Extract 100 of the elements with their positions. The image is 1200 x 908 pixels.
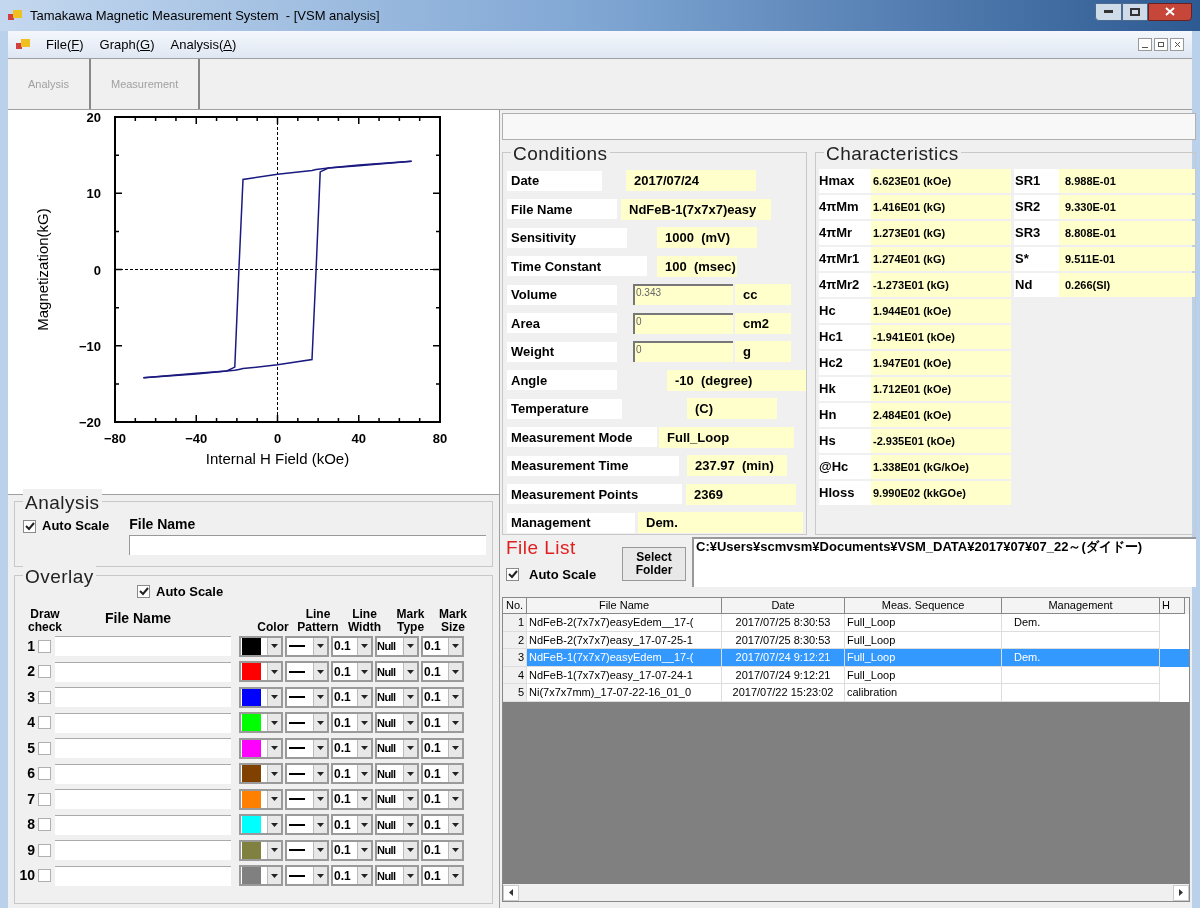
field-label: Management: [507, 512, 635, 533]
tick-label: −40: [185, 431, 208, 446]
field-label: 4πMr1: [819, 247, 871, 271]
table-cell: NdFeB-1(7x7x7)easyEdem__17-(: [527, 649, 722, 667]
row-number: 6: [26, 764, 35, 784]
field-value: 1.944E01 (kOe): [871, 299, 1011, 323]
axis-title: Magnetization(kG): [34, 208, 51, 331]
field-label: 4πMr2: [819, 273, 871, 297]
field-value: -1.273E01 (kG): [871, 273, 1011, 297]
field-label: Sensitivity: [507, 227, 627, 248]
field-value: NdFeB-1(7x7x7)easy: [621, 198, 771, 220]
field-label: Hc: [819, 299, 871, 323]
checkbox-label: Auto Scale: [529, 566, 597, 584]
field-value: 9.990E02 (kkGOe): [871, 481, 1011, 505]
field-label: Angle: [507, 370, 617, 391]
field-value: 2.484E01 (kOe): [871, 403, 1011, 427]
table-cell: Ni(7x7x7mm)_17-07-22-16_01_0: [527, 684, 722, 702]
row-number: 8: [26, 815, 35, 835]
column-header: Draw check: [27, 607, 63, 634]
field-value: 100 (msec): [657, 255, 737, 277]
field-value: 9.511E-01: [1059, 247, 1195, 271]
field-value: 8.808E-01: [1059, 221, 1195, 245]
field-label: Time Constant: [507, 256, 647, 277]
section-title: File List: [505, 537, 577, 559]
tick-label: 80: [432, 431, 448, 446]
axis-title: Internal H Field (kOe): [205, 450, 350, 467]
field-label: Area: [507, 313, 617, 334]
field-label: SR1: [1014, 169, 1059, 193]
field-value: 9.330E-01: [1059, 195, 1195, 219]
field-label: Hs: [819, 429, 871, 453]
row-number: 7: [26, 789, 35, 809]
field-label: Hn: [819, 403, 871, 427]
field-label: Hc2: [819, 351, 871, 375]
field-value: 1.416E01 (kG): [871, 195, 1011, 219]
field-label: Date: [507, 170, 602, 191]
tick-label: 10: [86, 186, 101, 202]
field-value: 0.266(SI): [1059, 273, 1195, 297]
field-value: 8.988E-01: [1059, 169, 1195, 193]
column-header: Mark Size: [438, 607, 468, 634]
field-value: -2.935E01 (kOe): [871, 429, 1011, 453]
row-header: 5: [503, 684, 527, 702]
field-label: Temperature: [507, 398, 622, 419]
tick-label: 0: [93, 262, 101, 278]
table-cell: calibration: [845, 684, 1002, 702]
row-number: 2: [26, 662, 35, 682]
row-header: 3: [503, 649, 527, 667]
field-label: SR3: [1014, 221, 1059, 245]
field-value: Dem.: [638, 512, 803, 534]
field-value: 1.274E01 (kG): [871, 247, 1011, 271]
table-cell: NdFeB-2(7x7x7)easyEdem__17-(: [527, 614, 722, 632]
column-header: Mark Type: [395, 607, 426, 634]
field-value: 237.97 (min): [687, 455, 787, 477]
field-label: Hc1: [819, 325, 871, 349]
checkbox-label: Auto Scale: [156, 583, 224, 601]
unit-label: g: [735, 341, 791, 363]
field-label: Hmax: [819, 169, 871, 193]
tick-label: 0: [273, 431, 282, 446]
column-header: Line Width: [346, 607, 383, 634]
row-number: 4: [26, 713, 35, 733]
window-title: Tamakawa Magnetic Measurement System - [VSM analysis]: [30, 6, 380, 25]
field-label: Weight: [507, 341, 617, 362]
field-label: SR2: [1014, 195, 1059, 219]
field-value: Full_Loop: [659, 426, 794, 448]
table-cell: Full_Loop: [845, 649, 1002, 667]
table-cell: Dem.: [1002, 649, 1160, 667]
field-label: 4πMr: [819, 221, 871, 245]
field-value: 1.947E01 (kOe): [871, 351, 1011, 375]
row-number: 5: [26, 738, 35, 758]
field-label: S*: [1014, 247, 1059, 271]
row-header: 1: [503, 614, 527, 632]
column-header: Color: [256, 620, 290, 634]
field-value: (C): [687, 398, 777, 420]
column-header: Line Pattern: [296, 607, 340, 634]
tick-label: 20: [86, 110, 101, 125]
table-cell: 2017/07/24 9:12:21: [722, 649, 845, 667]
column-header: File Name: [104, 612, 173, 625]
unit-label: cm2: [735, 312, 791, 334]
field-value: 1.338E01 (kG/kOe): [871, 455, 1011, 479]
table-cell: Dem.: [1002, 614, 1160, 632]
tick-label: −20: [78, 415, 101, 430]
field-label: 4πMm: [819, 195, 871, 219]
field-label: Measurement Time: [507, 455, 679, 476]
field-label: Nd: [1014, 273, 1059, 297]
field-label: Measurement Points: [507, 484, 682, 505]
unit-label: cc: [735, 284, 791, 306]
field-value: 2017/07/24: [626, 170, 756, 192]
tick-label: 40: [351, 431, 366, 446]
row-number: 1: [26, 636, 35, 656]
tick-label: −10: [78, 338, 101, 354]
field-value: -1.941E01 (kOe): [871, 325, 1011, 349]
row-number: 10: [18, 866, 35, 886]
table-cell: Full_Loop: [845, 614, 1002, 632]
field-value: 6.623E01 (kOe): [871, 169, 1011, 193]
field-value: 2369: [686, 483, 796, 505]
field-value: 1.273E01 (kG): [871, 221, 1011, 245]
field-label: File Name: [507, 199, 617, 220]
field-value: 1000 (mV): [657, 227, 757, 249]
field-value: 1.712E01 (kOe): [871, 377, 1011, 401]
table-cell: 2017/07/25 8:30:53: [722, 614, 845, 632]
field-label: Volume: [507, 284, 617, 305]
